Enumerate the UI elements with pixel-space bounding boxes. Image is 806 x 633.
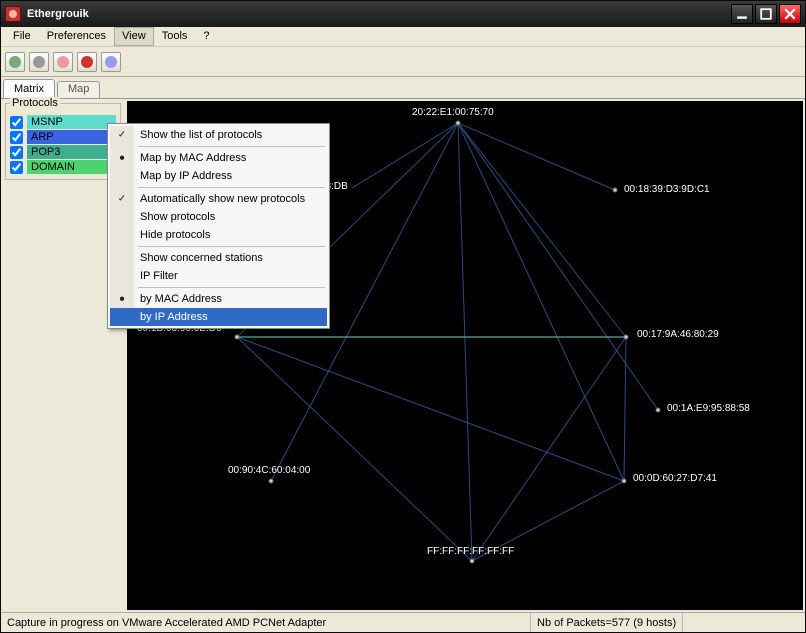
protocol-row-pop3: POP3 [10,145,116,159]
protocol-row-domain: DOMAIN [10,160,116,174]
edge [352,123,458,188]
protocol-checkbox-arp[interactable] [10,131,23,144]
node-dot[interactable] [656,408,661,413]
status-right: Nb of Packets=577 (9 hosts) [531,613,683,632]
toolbar-button-1[interactable] [5,52,25,72]
app-window: Ethergrouik FilePreferencesViewTools? Ma… [0,0,806,633]
protocol-swatch-msnp[interactable]: MSNP [27,115,116,129]
tabs: MatrixMap [1,77,805,98]
tab-map[interactable]: Map [57,81,100,98]
menu-separator [138,246,325,247]
radio-icon: ● [116,294,128,305]
titlebar: Ethergrouik [1,1,805,27]
close-button[interactable] [779,4,801,24]
protocol-checkbox-domain[interactable] [10,161,23,174]
edge [472,337,626,561]
content-area: MatrixMap Protocols MSNPARPPOP3DOMAIN 20… [1,77,805,612]
node-label: 20:22:E1:00:75:70 [412,107,494,118]
statusbar: Capture in progress on VMware Accelerate… [1,612,805,632]
protocols-group: Protocols MSNPARPPOP3DOMAIN [5,103,121,180]
node-label: 00:1A:E9:95:88:58 [667,403,750,414]
menu-item-label: Show protocols [140,211,215,223]
node-dot[interactable] [269,479,274,484]
menu-item-hide-protocols[interactable]: Hide protocols [110,226,327,244]
protocols-label: Protocols [10,97,60,109]
app-icon [5,6,21,22]
toolbar-button-3[interactable] [53,52,73,72]
menu-preferences[interactable]: Preferences [39,27,114,46]
menu-item-label: by MAC Address [140,293,222,305]
menu-item-map-by-ip-address[interactable]: Map by IP Address [110,167,327,185]
menu-separator [138,287,325,288]
menu-item-label: Show the list of protocols [140,129,262,141]
menu-item-label: by IP Address [140,311,208,323]
check-icon: ✓ [116,130,128,141]
menu-item-ip-filter[interactable]: IP Filter [110,267,327,285]
maximize-button[interactable] [755,4,777,24]
menu-item-label: Map by MAC Address [140,152,246,164]
menu-item-label: Hide protocols [140,229,210,241]
check-icon: ✓ [116,194,128,205]
menu-view[interactable]: View [114,27,154,46]
node-label: 00:0D:60:27:D7:41 [633,473,717,484]
menu-item-label: Show concerned stations [140,252,263,264]
node-dot[interactable] [470,559,475,564]
node-dot[interactable] [456,121,461,126]
protocol-row-arp: ARP [10,130,116,144]
protocol-checkbox-msnp[interactable] [10,116,23,129]
edge [624,337,626,481]
menu-item-show-protocols[interactable]: Show protocols [110,208,327,226]
protocol-swatch-pop3[interactable]: POP3 [27,145,116,159]
menu-item-label: Automatically show new protocols [140,193,305,205]
toolbar-button-5[interactable] [101,52,121,72]
node-dot[interactable] [613,188,618,193]
menu-item-show-the-list-of-protocols[interactable]: ✓ Show the list of protocols [110,126,327,144]
menu-item-map-by-mac-address[interactable]: ● Map by MAC Address [110,149,327,167]
menu-item-by-ip-address[interactable]: by IP Address [110,308,327,326]
menu-separator [138,187,325,188]
node-label: 00:18:39:D3:9D:C1 [624,184,710,195]
node-label: 00:90:4C:60:04:00 [228,465,310,476]
tab-matrix[interactable]: Matrix [3,79,55,98]
node-dot[interactable] [624,335,629,340]
edge [237,337,624,481]
minimize-button[interactable] [731,4,753,24]
protocol-checkbox-pop3[interactable] [10,146,23,159]
node-dot[interactable] [235,335,240,340]
menubar: FilePreferencesViewTools? [1,27,805,47]
toolbar [1,47,805,77]
window-title: Ethergrouik [27,8,89,20]
menu-q[interactable]: ? [195,27,217,46]
edge [237,337,472,561]
menu-tools[interactable]: Tools [154,27,196,46]
menu-file[interactable]: File [5,27,39,46]
node-label: 00:17:9A:46:80:29 [637,329,719,340]
edge [458,123,472,561]
menu-item-show-concerned-stations[interactable]: Show concerned stations [110,249,327,267]
menu-item-automatically-show-new-protocols[interactable]: ✓ Automatically show new protocols [110,190,327,208]
radio-icon: ● [116,153,128,164]
toolbar-button-4[interactable] [77,52,97,72]
node-label: FF:FF:FF:FF:FF:FF [427,546,514,557]
menu-item-label: IP Filter [140,270,178,282]
toolbar-button-2[interactable] [29,52,49,72]
node-dot[interactable] [622,479,627,484]
protocol-row-msnp: MSNP [10,115,116,129]
view-menu-dropdown: ✓ Show the list of protocols ● Map by MAC A… [107,123,330,329]
protocol-swatch-arp[interactable]: ARP [27,130,116,144]
menu-item-by-mac-address[interactable]: ● by MAC Address [110,290,327,308]
menu-item-label: Map by IP Address [140,170,232,182]
protocol-swatch-domain[interactable]: DOMAIN [27,160,116,174]
status-left: Capture in progress on VMware Accelerate… [1,613,531,632]
menu-separator [138,146,325,147]
